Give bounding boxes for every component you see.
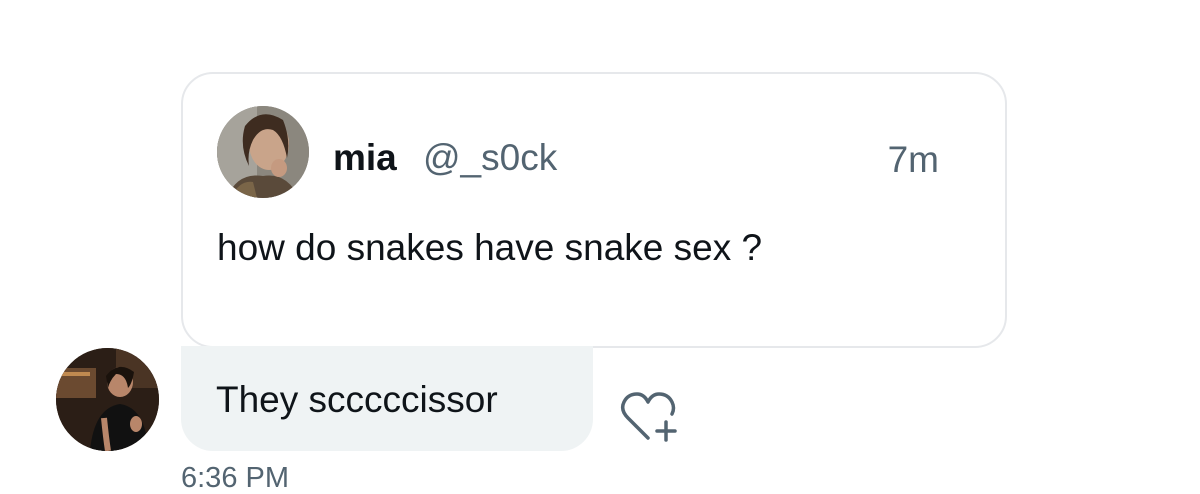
message-timestamp: 6:36 PM [181,462,289,494]
quoted-tweet-display-name[interactable]: mia [333,138,397,178]
quoted-tweet-avatar[interactable] [217,106,309,198]
sender-avatar[interactable] [56,348,159,451]
dm-conversation: mia @_s0ck 7m how do snakes have snake s… [0,0,1200,494]
message-bubble[interactable]: They scccccissor [181,346,593,451]
quoted-tweet-time: 7m [887,139,939,180]
quoted-tweet-handle[interactable]: @_s0ck [423,138,557,178]
add-reaction-button[interactable] [618,388,682,448]
quoted-tweet-card[interactable]: mia @_s0ck 7m how do snakes have snake s… [181,72,1007,348]
message-text: They scccccissor [216,379,498,420]
heart-plus-icon [620,392,677,442]
quoted-tweet-text: how do snakes have snake sex ? [217,227,763,268]
